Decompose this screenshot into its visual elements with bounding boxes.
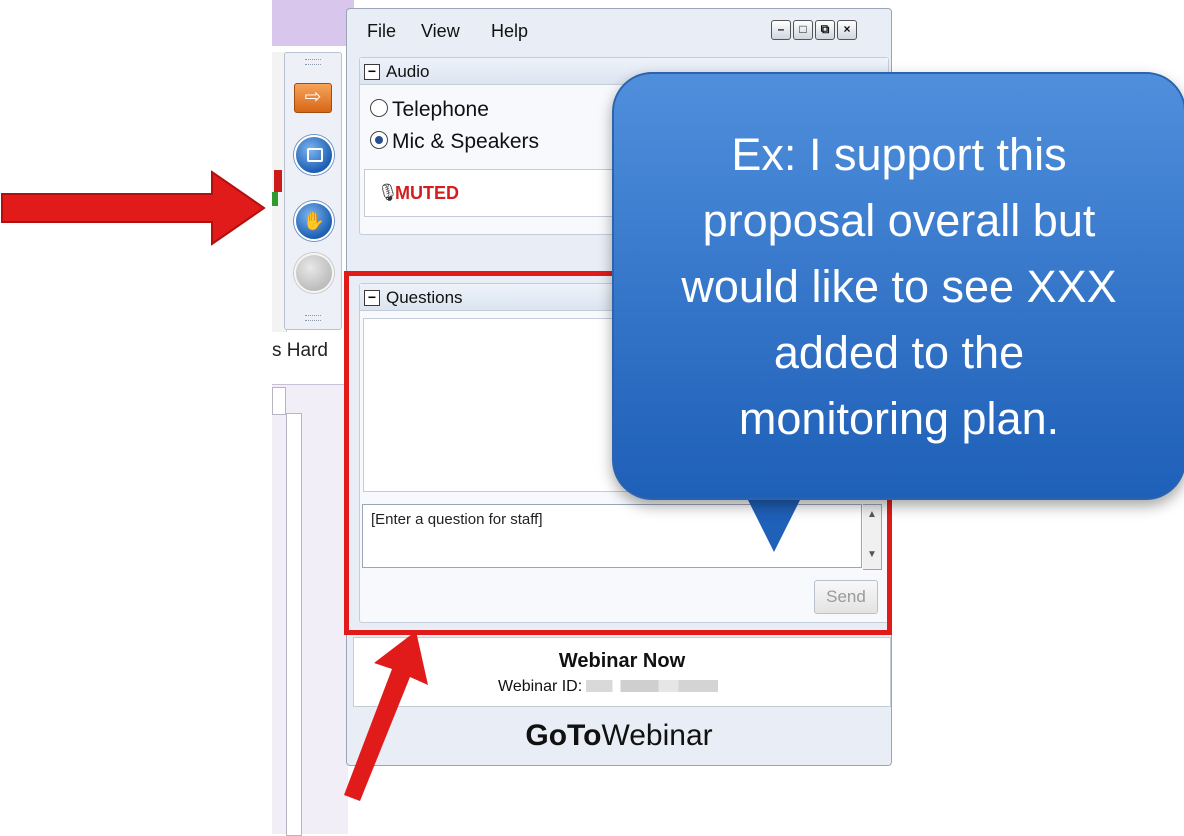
- muted-status: MUTED: [395, 183, 459, 203]
- background-partial-label: s Hard: [272, 340, 328, 361]
- background-list: [286, 413, 302, 836]
- callout-tail: [744, 492, 804, 552]
- example-callout: Ex: I support this proposal overall but …: [612, 72, 1184, 500]
- mic-speakers-label: Mic & Speakers: [392, 130, 540, 153]
- menu-bar: File View Help – □ ⧉ ×: [347, 9, 891, 47]
- audio-title: Audio: [386, 62, 430, 81]
- callout-line: added to the: [773, 327, 1025, 378]
- collapse-panel-arrow-icon[interactable]: ⇨: [294, 83, 332, 113]
- callout-line: would like to see XXX: [681, 261, 1117, 312]
- mic-speakers-radio-option[interactable]: Mic & Speakers: [370, 130, 539, 154]
- red-arrow-up-icon: [344, 631, 428, 801]
- toolbar-grip-bottom[interactable]: [305, 315, 321, 321]
- disabled-tool-icon: [294, 253, 334, 293]
- background-tab: [272, 387, 286, 415]
- menu-file[interactable]: File: [367, 21, 396, 42]
- webinar-id-label: Webinar ID:: [498, 678, 583, 695]
- restore-icon[interactable]: ⧉: [815, 20, 835, 40]
- toolbar-grip-top[interactable]: [305, 59, 321, 65]
- background-title-bar: [272, 0, 354, 46]
- mic-speakers-radio[interactable]: [370, 131, 388, 149]
- telephone-radio[interactable]: [370, 99, 388, 117]
- gotowebinar-toolbar: ⇨ ✋: [284, 52, 342, 330]
- callout-line: Ex: I support this: [731, 129, 1067, 180]
- callout-text: Ex: I support this proposal overall but …: [624, 122, 1174, 452]
- red-arrow-right-icon: [1, 170, 266, 246]
- webinar-id-row: Webinar ID:: [498, 678, 719, 696]
- maximize-icon[interactable]: □: [793, 20, 813, 40]
- background-green-indicator: [272, 192, 278, 206]
- close-icon[interactable]: ×: [837, 20, 857, 40]
- callout-line: monitoring plan.: [738, 393, 1060, 444]
- screen-view-icon[interactable]: [294, 135, 334, 175]
- logo-webinar: Webinar: [601, 719, 713, 752]
- menu-view[interactable]: View: [421, 21, 460, 42]
- telephone-label: Telephone: [392, 98, 489, 121]
- background-red-indicator: [274, 170, 282, 192]
- webinar-id-redacted: [586, 680, 719, 692]
- raise-hand-icon[interactable]: ✋: [294, 201, 334, 241]
- menu-help[interactable]: Help: [491, 21, 528, 42]
- minimize-icon[interactable]: –: [771, 20, 791, 40]
- callout-line: proposal overall but: [702, 195, 1096, 246]
- audio-collapse-button[interactable]: −: [364, 64, 380, 80]
- telephone-radio-option[interactable]: Telephone: [370, 98, 489, 122]
- logo-goto: GoTo: [525, 719, 602, 752]
